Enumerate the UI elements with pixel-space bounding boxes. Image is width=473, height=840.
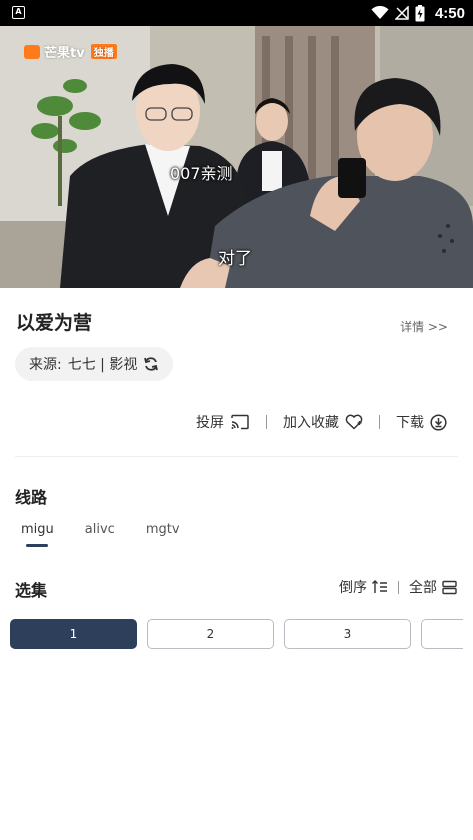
- channel-logo: 芒果tv 独播: [24, 42, 117, 61]
- wifi-icon: [371, 6, 389, 19]
- download-button[interactable]: 下载: [396, 412, 447, 432]
- episode-button-1[interactable]: 1: [10, 619, 137, 649]
- cast-icon: [231, 414, 249, 430]
- details-link[interactable]: 详情 >>: [400, 318, 448, 335]
- sort-button[interactable]: 倒序: [339, 577, 388, 597]
- line-tab-mgtv[interactable]: mgtv: [146, 522, 180, 547]
- status-bar: A 4:50: [0, 0, 473, 26]
- mango-logo-icon: [24, 44, 40, 59]
- line-tab-label: alivc: [84, 522, 115, 537]
- download-label: 下载: [396, 415, 424, 431]
- source-selector[interactable]: 来源: 七七 | 影视: [15, 347, 174, 381]
- video-player[interactable]: 芒果tv 独播 007亲测 对了: [0, 26, 473, 288]
- cast-label: 投屏: [196, 415, 224, 431]
- logo-text: 芒果tv: [44, 46, 85, 61]
- a-badge-icon: A: [12, 6, 25, 19]
- signal-off-icon: [394, 6, 409, 20]
- episode-button-2[interactable]: 2: [147, 619, 274, 649]
- all-episodes-button[interactable]: 全部: [409, 577, 457, 597]
- list-layout-icon: [442, 580, 457, 594]
- source-name: 七七 | 影视: [67, 357, 138, 373]
- subtitle-line: 对了: [218, 249, 252, 269]
- episode-button-4[interactable]: [421, 619, 463, 649]
- action-bar: 投屏 加入收藏 下载: [196, 412, 447, 432]
- subtitle-watermark: 007亲测: [170, 164, 233, 183]
- all-label: 全部: [409, 580, 437, 596]
- line-tab-label: migu: [21, 522, 54, 537]
- sort-label: 倒序: [339, 580, 367, 596]
- control-divider: [398, 580, 399, 594]
- section-divider: [15, 456, 458, 457]
- heart-icon: [345, 414, 363, 430]
- episode-controls: 倒序 全部: [339, 577, 457, 597]
- episode-list: 1 2 3: [10, 619, 463, 651]
- cast-button[interactable]: 投屏: [196, 412, 250, 432]
- clock: 4:50: [434, 4, 465, 22]
- source-label: 来源:: [29, 357, 62, 373]
- line-tabs: migu alivc mgtv: [21, 522, 180, 547]
- active-tab-indicator: [26, 544, 48, 547]
- exclusive-badge: 独播: [90, 44, 117, 59]
- action-divider: [379, 415, 380, 429]
- line-tab-label: mgtv: [145, 522, 180, 537]
- battery-charging-icon: [415, 4, 425, 21]
- action-divider: [266, 415, 267, 429]
- favorite-button[interactable]: 加入收藏: [283, 412, 363, 432]
- video-title: 以爱为营: [16, 312, 93, 334]
- title-row: 以爱为营 详情 >>: [16, 308, 457, 338]
- refresh-icon[interactable]: [143, 356, 159, 372]
- episodes-title: 选集: [15, 581, 48, 600]
- line-tab-migu[interactable]: migu: [21, 522, 54, 547]
- favorite-label: 加入收藏: [283, 415, 339, 431]
- episode-button-3[interactable]: 3: [284, 619, 411, 649]
- line-tab-alivc[interactable]: alivc: [85, 522, 115, 547]
- sort-icon: [372, 580, 387, 593]
- download-icon: [430, 413, 447, 431]
- lines-title: 线路: [15, 488, 48, 507]
